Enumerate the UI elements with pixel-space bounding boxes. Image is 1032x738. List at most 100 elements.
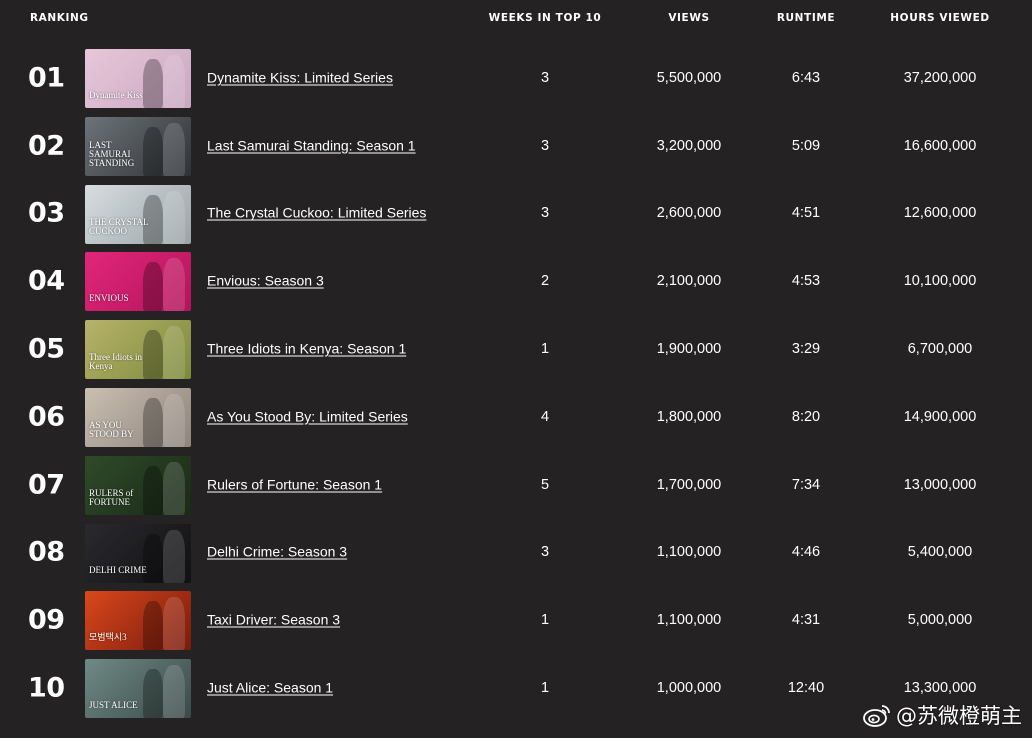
runtime-cell: 7:34 [791,476,821,493]
rank-number: 06 [28,401,65,433]
hours-viewed-cell: 13,300,000 [903,680,977,697]
hours-viewed-cell: 13,000,000 [903,476,977,493]
watermark: @苏微橙萌主 [862,700,1022,730]
rank-number: 07 [28,469,65,501]
views-cell: 1,700,000 [656,476,722,493]
thumbnail-title-text: DELHI CRIME [89,564,147,575]
title-thumbnail[interactable]: DELHI CRIME [85,523,191,583]
title-thumbnail[interactable]: 모범택시3 [85,591,191,651]
thumbnail-title-text: ENVIOUS [89,293,129,304]
thumbnail-figure [163,529,185,583]
thumbnail-title-text: JUST ALICE [89,700,138,711]
views-cell: 3,200,000 [656,137,722,154]
ranking-table: 01 Dynamite Kiss Dynamite Kiss: Limited Se… [0,44,1032,722]
title-link[interactable]: Just Alice: Season 1 [207,680,437,697]
rank-number: 10 [28,672,65,704]
thumbnail-figure [143,669,163,719]
title-thumbnail[interactable]: ENVIOUS [85,252,191,312]
title-link[interactable]: Delhi Crime: Season 3 [207,544,437,561]
title-thumbnail[interactable]: JUST ALICE [85,659,191,719]
weeks-cell: 1 [540,680,550,697]
thumbnail-title-text: Dynamite Kiss [89,90,143,100]
weeks-cell: 3 [540,544,550,561]
title-link[interactable]: Last Samurai Standing: Season 1 [207,137,437,154]
thumbnail-figure [163,122,185,176]
table-row: 07 RULERS of FORTUNE Rulers of Fortune: Se… [0,451,1032,519]
hours-viewed-cell: 5,400,000 [907,544,973,561]
rank-number: 09 [28,604,65,636]
runtime-cell: 6:43 [791,69,821,86]
thumbnail-figure [143,533,163,583]
table-row: 04 ENVIOUS Envious: Season 3 2 2,100,000 4:53… [0,247,1032,315]
header-runtime: RUNTIME [776,12,836,24]
thumbnail-figure [143,262,163,312]
hours-viewed-cell: 12,600,000 [903,205,977,222]
title-thumbnail[interactable]: RULERS of FORTUNE [85,455,191,515]
hours-viewed-cell: 6,700,000 [907,341,973,358]
rank-number: 03 [28,197,65,229]
thumbnail-figure [163,393,185,447]
thumbnail-figure [143,59,163,108]
title-link[interactable]: Rulers of Fortune: Season 1 [207,476,437,493]
thumbnail-figure [163,461,185,515]
title-link[interactable]: Taxi Driver: Season 3 [207,612,437,629]
runtime-cell: 4:53 [791,273,821,290]
title-thumbnail[interactable]: Three Idiots in Kenya [85,320,191,380]
thumbnail-figure [163,258,185,312]
thumbnail-title-text: 모범택시3 [89,632,127,643]
table-row: 02 LAST SAMURAI STANDING Last Samurai Stan… [0,112,1032,180]
title-thumbnail[interactable]: LAST SAMURAI STANDING [85,116,191,176]
weeks-cell: 4 [540,408,550,425]
runtime-cell: 3:29 [791,341,821,358]
rank-number: 02 [28,130,65,162]
hours-viewed-cell: 10,100,000 [903,273,977,290]
thumbnail-figure [163,326,185,380]
watermark-text: @苏微橙萌主 [896,704,1022,728]
hours-viewed-cell: 5,000,000 [907,612,973,629]
table-row: 09 모범택시3 Taxi Driver: Season 3 1 1,100,000 4:… [0,586,1032,654]
weeks-cell: 3 [540,205,550,222]
title-thumbnail[interactable]: AS YOU STOOD BY [85,387,191,447]
header-hours-viewed: HOURS VIEWED [890,12,990,24]
weibo-icon [863,705,890,727]
title-link[interactable]: Dynamite Kiss: Limited Series [207,69,437,86]
title-link[interactable]: As You Stood By: Limited Series [207,408,437,425]
weeks-cell: 1 [540,612,550,629]
thumbnail-title-text: RULERS of FORTUNE [89,487,134,507]
thumbnail-figure [163,665,185,719]
thumbnail-figure [163,597,185,651]
views-cell: 1,900,000 [656,341,722,358]
views-cell: 2,600,000 [656,205,722,222]
title-link[interactable]: Three Idiots in Kenya: Season 1 [207,341,437,358]
hours-viewed-cell: 14,900,000 [903,408,977,425]
runtime-cell: 4:31 [791,612,821,629]
weeks-cell: 2 [540,273,550,290]
runtime-cell: 12:40 [787,680,825,697]
rank-number: 05 [28,333,65,365]
header-ranking: RANKING [30,12,89,24]
weeks-cell: 3 [540,137,550,154]
table-header: RANKING WEEKS IN TOP 10 VIEWS RUNTIME HO… [0,12,1032,28]
table-row: 08 DELHI CRIME Delhi Crime: Season 3 3 1,100… [0,519,1032,587]
views-cell: 5,500,000 [656,69,722,86]
thumbnail-figure [143,601,163,651]
title-thumbnail[interactable]: THE CRYSTAL CUCKOO [85,184,191,244]
hours-viewed-cell: 16,600,000 [903,137,977,154]
runtime-cell: 5:09 [791,137,821,154]
rank-number: 08 [28,536,65,568]
header-weeks-in-top-10: WEEKS IN TOP 10 [488,12,602,24]
weeks-cell: 3 [540,69,550,86]
title-link[interactable]: Envious: Season 3 [207,273,437,290]
table-row: 06 AS YOU STOOD BY As You Stood By: Limite… [0,383,1032,451]
weeks-cell: 5 [540,476,550,493]
views-cell: 1,100,000 [656,612,722,629]
table-row: 05 Three Idiots in Kenya Three Idiots in K… [0,315,1032,383]
thumbnail-title-text: AS YOU STOOD BY [89,419,134,439]
runtime-cell: 8:20 [791,408,821,425]
header-views: VIEWS [668,12,710,24]
title-link[interactable]: The Crystal Cuckoo: Limited Series [207,205,437,222]
title-thumbnail[interactable]: Dynamite Kiss [85,49,191,108]
views-cell: 1,800,000 [656,408,722,425]
thumbnail-title-text: Three Idiots in Kenya [89,352,142,372]
table-row: 01 Dynamite Kiss Dynamite Kiss: Limited Se… [0,44,1032,112]
